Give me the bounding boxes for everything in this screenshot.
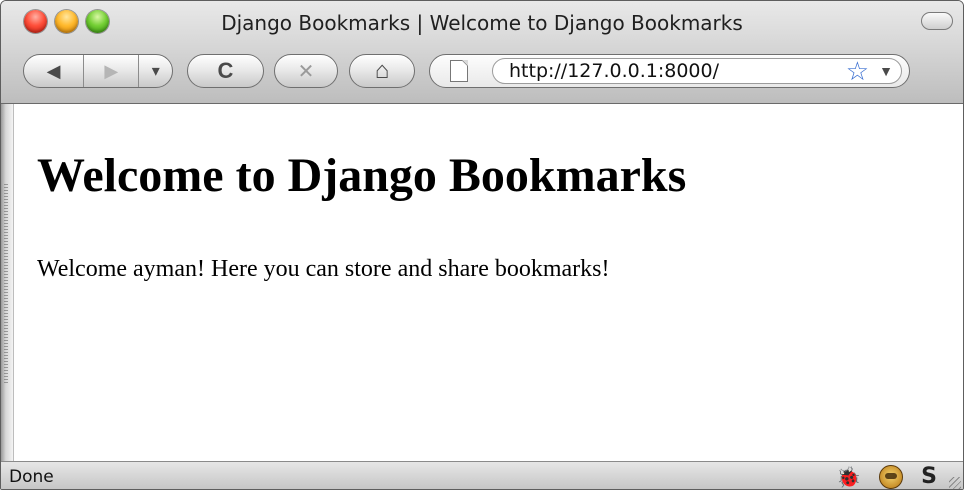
page-icon — [450, 60, 468, 82]
home-icon: ⌂ — [374, 57, 390, 84]
url-input[interactable]: http://127.0.0.1:8000/ — [492, 58, 902, 84]
status-text: Done — [9, 467, 54, 487]
bookmark-star-icon[interactable]: ☆ — [846, 58, 869, 84]
window-title: Django Bookmarks | Welcome to Django Boo… — [221, 11, 743, 35]
chevron-down-icon: ▾ — [151, 63, 160, 80]
status-bar: Done 🐞 S — [1, 461, 963, 489]
stop-icon: ✕ — [297, 60, 315, 83]
greasemonkey-icon[interactable] — [879, 464, 904, 489]
bug-icon[interactable]: 🐞 — [836, 465, 861, 489]
page-content: Welcome to Django Bookmarks Welcome ayma… — [1, 104, 963, 461]
page-heading: Welcome to Django Bookmarks — [37, 149, 687, 202]
forward-arrow-icon: ▶ — [104, 60, 119, 81]
sidebar-splitter[interactable] — [1, 104, 14, 461]
splitter-grip-icon — [4, 184, 8, 384]
s-extension-icon[interactable]: S — [921, 464, 937, 489]
address-bar: http://127.0.0.1:8000/ ☆ ▼ — [429, 54, 910, 88]
welcome-message: Welcome ayman! Here you can store and sh… — [37, 256, 610, 282]
reload-button[interactable]: C — [187, 54, 264, 88]
bookmark-dropdown-icon[interactable]: ▼ — [879, 63, 893, 79]
history-dropdown-button[interactable]: ▾ — [139, 55, 172, 87]
forward-button[interactable]: ▶ — [84, 55, 140, 87]
status-icons: 🐞 S — [836, 464, 937, 489]
home-button[interactable]: ⌂ — [349, 54, 415, 88]
resize-grip-icon[interactable] — [949, 477, 961, 489]
stop-button[interactable]: ✕ — [274, 54, 338, 88]
back-arrow-icon: ◀ — [46, 60, 61, 81]
reload-icon: C — [217, 58, 234, 83]
back-button[interactable]: ◀ — [24, 55, 85, 87]
toolbar-toggle-button[interactable] — [921, 12, 953, 30]
browser-window: Django Bookmarks | Welcome to Django Boo… — [0, 0, 964, 490]
navigation-buttons: ◀ ▶ ▾ — [23, 54, 173, 88]
browser-chrome: Django Bookmarks | Welcome to Django Boo… — [1, 1, 963, 104]
